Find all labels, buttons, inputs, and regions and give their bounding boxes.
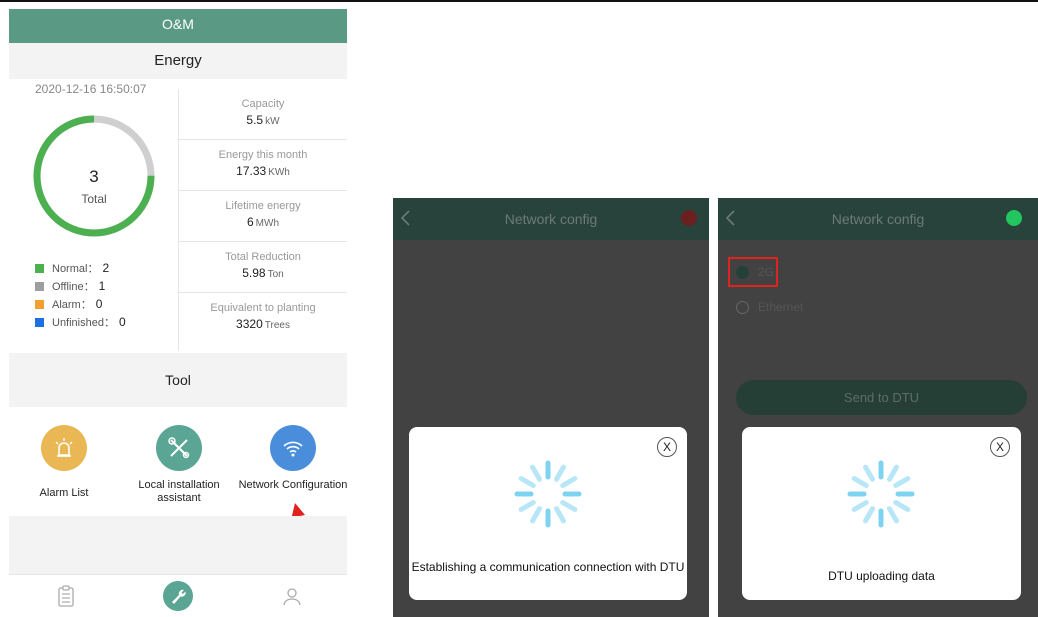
nav-title: Network config	[504, 211, 598, 227]
offline-swatch	[35, 281, 44, 291]
stat-label: Lifetime energy	[225, 200, 301, 212]
legend-value: 0	[118, 315, 126, 329]
status-dot	[1006, 210, 1022, 226]
radio-label: Ethernet	[758, 300, 804, 314]
tools-icon	[156, 425, 202, 471]
nav-title: Network config	[831, 211, 925, 227]
spinner-spoke	[887, 506, 899, 524]
progress-dialog: X Establishing a communication connectio…	[409, 427, 687, 600]
spinner-spoke	[887, 464, 899, 482]
network-config-screen-uploading: Network config 2G Ethernet Send to DTU X…	[718, 198, 1038, 617]
radio-option-ethernet[interactable]: Ethernet	[736, 300, 803, 314]
spinner-spoke	[863, 506, 875, 524]
bottom-tab-bar	[9, 574, 347, 617]
stat-planting: Equivalent to planting 3320 Trees	[179, 293, 347, 344]
status-dot	[681, 210, 697, 226]
progress-dialog: X DTU uploading data	[742, 427, 1021, 600]
top-border	[0, 0, 1038, 2]
legend-label: Unfinished：	[52, 317, 115, 329]
app-title: O&M	[9, 9, 347, 43]
spinner-spoke	[560, 476, 578, 488]
legend-offline: Offline： 1	[35, 277, 126, 295]
energy-section-header: Energy	[9, 43, 347, 79]
stat-label: Capacity	[241, 98, 285, 110]
tool-label: Alarm List	[39, 487, 89, 499]
network-configuration-button[interactable]: Network Configuration	[238, 425, 347, 492]
close-button[interactable]: X	[990, 437, 1010, 457]
spinner-spoke	[851, 476, 869, 488]
tool-grid: Alarm List Local installation assistant	[9, 419, 347, 515]
spinner-spoke	[518, 500, 536, 512]
stat-value: 6 MWh	[246, 215, 280, 229]
nav-bar: Network config	[393, 198, 709, 240]
spinner-spoke	[554, 506, 566, 524]
close-button[interactable]: X	[657, 437, 677, 457]
legend-unfinished: Unfinished： 0	[35, 313, 126, 331]
user-icon[interactable]	[277, 581, 307, 611]
status-legend: Normal： 2 Offline： 1 Alarm： 0 Unfinished…	[35, 259, 126, 331]
stat-label: Total Reduction	[225, 251, 301, 263]
wifi-icon	[270, 425, 316, 471]
stat-capacity: Capacity 5.5 kW	[179, 89, 347, 140]
stat-lifetime-energy: Lifetime energy 6 MWh	[179, 191, 347, 242]
legend-label: Normal：	[52, 263, 99, 275]
spinner-icon	[847, 460, 915, 528]
spinner-spoke	[554, 464, 566, 482]
alarm-icon	[41, 425, 87, 471]
empty-area	[9, 516, 347, 574]
stat-value: 17.33 KWh	[236, 164, 290, 178]
dialog-message: DTU uploading data	[828, 569, 935, 583]
stat-value: 5.98 Ton	[242, 266, 284, 280]
stat-label: Energy this month	[218, 149, 308, 161]
nav-bar: Network config	[718, 198, 1038, 240]
om-screen: O&M Energy 2020-12-16 16:50:07 3 Total N…	[9, 9, 347, 617]
normal-swatch	[35, 263, 44, 273]
spinner-spoke	[518, 476, 536, 488]
legend-normal: Normal： 2	[35, 259, 126, 277]
unfinished-swatch	[35, 317, 44, 327]
tool-section-header: Tool	[9, 353, 347, 407]
alarm-list-button[interactable]: Alarm List	[9, 425, 119, 500]
network-config-screen-connecting: Network config X Establishing a communic…	[393, 198, 709, 617]
local-installation-button[interactable]: Local installation assistant	[124, 425, 234, 505]
highlight-box	[728, 257, 778, 287]
spinner-spoke	[851, 500, 869, 512]
spinner-spoke	[893, 476, 911, 488]
spinner-spoke	[863, 464, 875, 482]
stat-value: 3320 Trees	[236, 317, 290, 331]
wrench-icon[interactable]	[163, 581, 193, 611]
send-to-dtu-button[interactable]: Send to DTU	[736, 380, 1027, 415]
alarm-swatch	[35, 299, 44, 309]
spinner-spoke	[893, 500, 911, 512]
legend-alarm: Alarm： 0	[35, 295, 126, 313]
legend-value: 1	[98, 279, 106, 293]
spinner-spoke	[530, 464, 542, 482]
radio-unselected-icon	[736, 300, 749, 314]
legend-value: 2	[102, 261, 110, 275]
timestamp: 2020-12-16 16:50:07	[35, 82, 147, 96]
dialog-message: Establishing a communication connection …	[411, 560, 685, 574]
tool-label: Local installation assistant	[138, 479, 220, 504]
stat-total-reduction: Total Reduction 5.98 Ton	[179, 242, 347, 293]
stat-label: Equivalent to planting	[210, 302, 316, 314]
tool-label: Network Configuration	[238, 479, 347, 491]
spinner-icon	[514, 460, 582, 528]
total-count: 3	[89, 167, 99, 186]
stat-energy-month: Energy this month 17.33 KWh	[179, 140, 347, 191]
total-label: Total	[81, 192, 107, 206]
legend-value: 0	[95, 297, 103, 311]
legend-label: Alarm：	[52, 299, 92, 311]
clipboard-icon[interactable]	[51, 581, 81, 611]
energy-stats: Capacity 5.5 kW Energy this month 17.33 KW…	[179, 89, 347, 344]
spinner-spoke	[530, 506, 542, 524]
stat-value: 5.5 kW	[246, 113, 280, 127]
spinner-spoke	[560, 500, 578, 512]
legend-label: Offline：	[52, 281, 95, 293]
